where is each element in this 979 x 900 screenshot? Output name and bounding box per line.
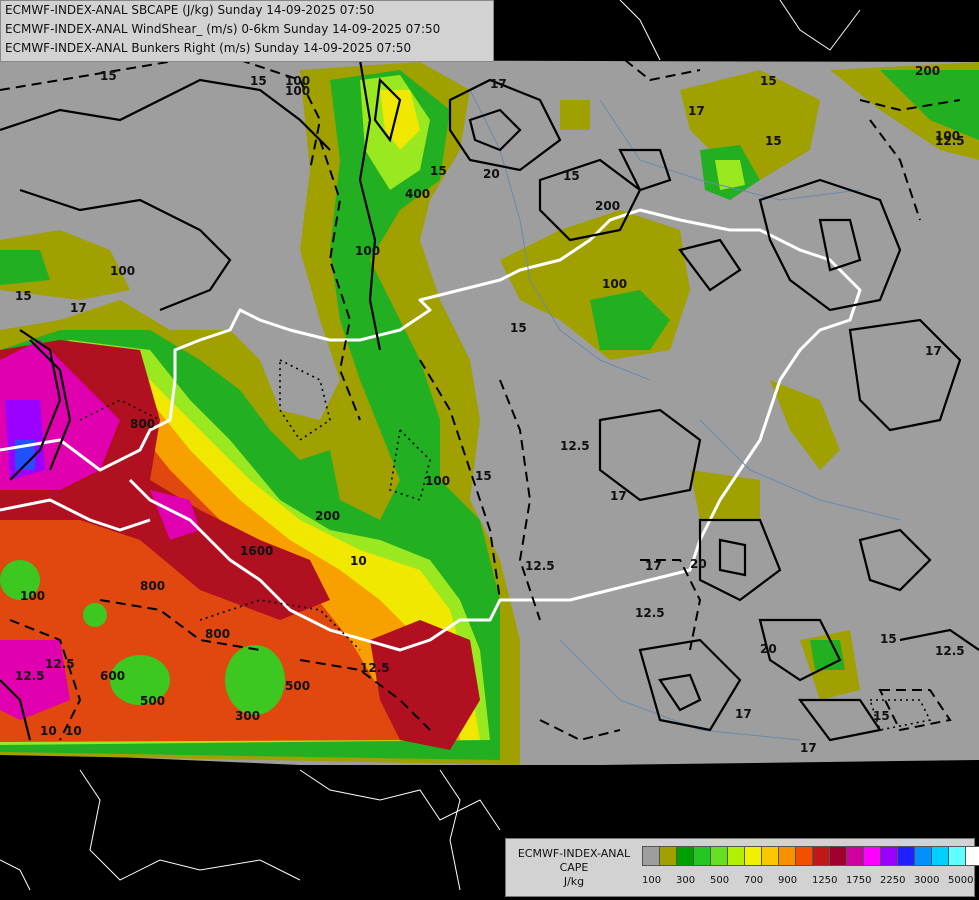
contour-label: 12.5	[45, 657, 75, 671]
legend-ticks: 100 300 500 700 900 1250 1750 2250 3000 5000	[642, 875, 974, 889]
legend-swatch	[659, 846, 677, 866]
weather-map: 15100 171520 15171520012.51001540010010015…	[0, 0, 979, 900]
contour-label: 100	[425, 474, 450, 488]
contour-label: 15	[430, 164, 447, 178]
contour-label: 17	[610, 489, 627, 503]
contour-label: 400	[405, 187, 430, 201]
contour-label: 20	[690, 557, 707, 571]
contour-label: 15	[475, 469, 492, 483]
contour-label: 500	[140, 694, 165, 708]
legend-tick-label: 700	[744, 875, 764, 886]
legend-swatch	[693, 846, 711, 866]
contour-label: 100	[935, 129, 960, 143]
legend-swatch	[761, 846, 779, 866]
contour-label: 17	[800, 741, 817, 755]
legend-swatch	[897, 846, 915, 866]
legend-swatch	[795, 846, 813, 866]
legend-tick-label: 5000	[948, 875, 974, 886]
legend-title: ECMWF-INDEX-ANAL CAPE J/kg	[510, 847, 638, 889]
contour-label: 15	[15, 289, 32, 303]
contour-label: 17	[925, 344, 942, 358]
contour-label: 12.5	[935, 644, 965, 658]
legend-swatch	[914, 846, 932, 866]
contour-label: 12.5	[15, 669, 45, 683]
contour-label: 15	[760, 74, 777, 88]
contour-label: 17	[70, 301, 87, 315]
legend-swatch	[710, 846, 728, 866]
contour-label: 17	[490, 77, 507, 91]
legend-tick-label: 2250	[880, 875, 906, 886]
legend-swatch	[931, 846, 949, 866]
legend-tick-label: 1250	[812, 875, 838, 886]
legend-tick-label: 3000	[914, 875, 940, 886]
legend-swatch	[846, 846, 864, 866]
legend-swatch	[829, 846, 847, 866]
contour-label: 15	[250, 74, 267, 88]
contour-label: 17	[645, 559, 662, 573]
contour-label: 1600	[240, 544, 273, 558]
legend-swatch	[778, 846, 796, 866]
title-line-cape: ECMWF-INDEX-ANAL SBCAPE (J/kg) Sunday 14…	[5, 3, 375, 17]
contour-label: 100	[110, 264, 135, 278]
contour-label: 600	[100, 669, 125, 683]
contour-label: 15	[100, 69, 117, 83]
legend-swatches	[642, 846, 979, 866]
cape-legend: ECMWF-INDEX-ANAL CAPE J/kg 100 300 500 700 9…	[505, 838, 979, 897]
legend-tick-label: 500	[710, 875, 730, 886]
legend-tick-label: 100	[642, 875, 662, 886]
contour-label: 20	[483, 167, 500, 181]
legend-swatch	[880, 846, 898, 866]
contour-label: 800	[130, 417, 155, 431]
contour-label: 200	[595, 199, 620, 213]
contour-label: 10	[65, 724, 82, 738]
legend-swatch	[727, 846, 745, 866]
contour-label: 12.5	[560, 439, 590, 453]
contour-label: 100	[20, 589, 45, 603]
contour-label: 12.5	[525, 559, 555, 573]
contour-label: 800	[205, 627, 230, 641]
title-line-bunkers: ECMWF-INDEX-ANAL Bunkers Right (m/s) Sun…	[5, 41, 412, 55]
legend-swatch	[948, 846, 966, 866]
legend-swatch	[676, 846, 694, 866]
legend-source: ECMWF-INDEX-ANAL	[517, 847, 631, 860]
contour-label: 15	[563, 169, 580, 183]
contour-label: 100	[602, 277, 627, 291]
legend-swatch	[642, 846, 660, 866]
legend-units: J/kg	[563, 875, 585, 888]
legend-swatch	[965, 846, 979, 866]
contour-label: 100	[285, 74, 310, 88]
contour-label: 200	[315, 509, 340, 523]
legend-tick-label: 1750	[846, 875, 872, 886]
contour-label: 20	[760, 642, 777, 656]
contour-label: 15	[873, 709, 890, 723]
contour-label: 17	[735, 707, 752, 721]
contour-label: 15	[510, 321, 527, 335]
legend-variable: CAPE	[559, 861, 589, 874]
legend-swatch	[744, 846, 762, 866]
contour-label: 100	[355, 244, 380, 258]
contour-label: 15	[880, 632, 897, 646]
contour-label: 15	[765, 134, 782, 148]
contour-label: 10	[40, 724, 57, 738]
contour-label: 300	[235, 709, 260, 723]
legend-swatch	[863, 846, 881, 866]
legend-swatch	[812, 846, 830, 866]
legend-tick-label: 300	[676, 875, 696, 886]
title-line-windshear: ECMWF-INDEX-ANAL WindShear_ (m/s) 0-6km …	[5, 22, 441, 36]
contour-label: 200	[915, 64, 940, 78]
contour-label: 17	[688, 104, 705, 118]
contour-label: 12.5	[635, 606, 665, 620]
contour-label: 800	[140, 579, 165, 593]
contour-label: 12.5	[360, 661, 390, 675]
map-title-box: ECMWF-INDEX-ANAL SBCAPE (J/kg) Sunday 14…	[0, 0, 494, 62]
contour-label: 500	[285, 679, 310, 693]
legend-tick-label: 900	[778, 875, 798, 886]
contour-label: 10	[350, 554, 367, 568]
